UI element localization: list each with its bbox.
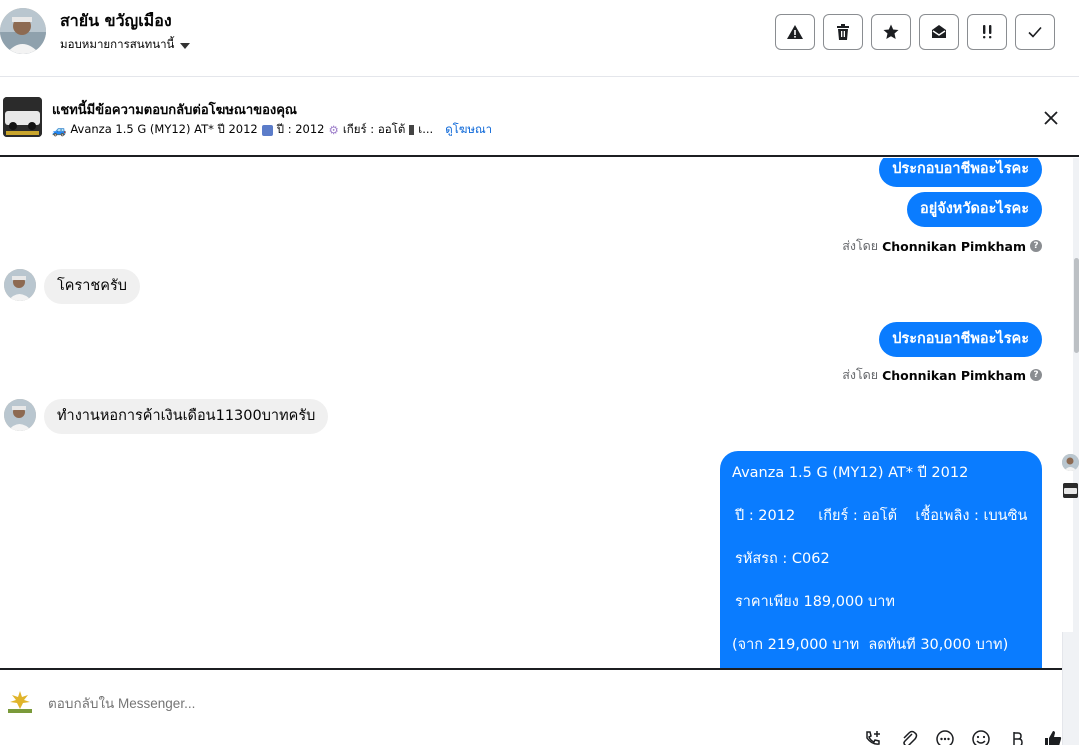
phone-plus-icon (866, 731, 880, 745)
calendar-icon (261, 124, 273, 136)
star-icon (883, 24, 899, 39)
composer-tools (862, 728, 1064, 745)
trash-icon (837, 24, 849, 40)
sent-by-label: ส่งโดย Chonnikan Pimkham ? (842, 236, 1042, 256)
envelope-open-icon (932, 25, 946, 38)
message-thread[interactable]: ประกอบอาชีพอะไรคะ อยู่จังหวัดอะไรคะ ส่งโ… (0, 158, 1062, 668)
paperclip-icon (903, 730, 918, 745)
thumbs-up-icon (1045, 731, 1062, 745)
emoji-button[interactable] (970, 728, 992, 745)
chat-dots-icon (936, 730, 954, 745)
close-icon (1044, 111, 1058, 125)
ad-truncated: เ... (418, 122, 434, 136)
card-line-specs: ปี : 2012 เกียร์ : ออโต้ เชื้อเพลิง : เบ… (735, 508, 1028, 524)
ad-gear: เกียร์ : ออโต้ (342, 122, 406, 136)
ad-year: ปี : 2012 (276, 122, 325, 136)
sent-by-name[interactable]: Chonnikan Pimkham (882, 239, 1026, 254)
read-receipt-avatar (1062, 454, 1079, 471)
contact-avatar-small[interactable] (4, 269, 36, 301)
warning-icon (787, 25, 803, 39)
card-line-price: ราคาเพียง 189,000 บาท (735, 594, 895, 610)
double-exclamation-icon (983, 25, 992, 39)
caret-down-icon (180, 42, 191, 49)
baht-icon (1013, 732, 1023, 745)
call-button[interactable] (862, 728, 884, 745)
incoming-message[interactable]: ทำงานหอการค้าเงินเดือน11300บาทครับ (44, 399, 329, 434)
car-listing-message[interactable]: Avanza 1.5 G (MY12) AT* ปี 2012 ปี : 201… (720, 451, 1042, 668)
page-logo-icon (6, 689, 34, 715)
like-button[interactable] (1042, 728, 1064, 745)
ad-banner-title: แชทนี้มีข้อความตอบกลับต่อโฆษณาของคุณ (52, 103, 297, 118)
conversation-header: สายัน ขวัญเมือง มอบหมายการสนทนานี้ (0, 0, 1079, 77)
report-button[interactable] (775, 14, 815, 50)
car-icon: 🚙 (52, 123, 67, 137)
view-ad-link[interactable]: ดูโฆษณา (445, 121, 492, 139)
check-icon (1028, 26, 1042, 38)
gear-icon: ⚙ (328, 123, 339, 137)
contact-name[interactable]: สายัน ขวัญเมือง (60, 9, 172, 34)
ad-model: Avanza 1.5 G (MY12) AT* ปี 2012 (70, 122, 258, 136)
mark-unread-button[interactable] (919, 14, 959, 50)
outgoing-message[interactable]: ประกอบอาชีพอะไรคะ (879, 158, 1042, 187)
outgoing-message[interactable]: ประกอบอาชีพอะไรคะ (879, 322, 1042, 357)
sent-by-label: ส่งโดย Chonnikan Pimkham ? (842, 365, 1042, 385)
help-icon[interactable]: ? (1030, 369, 1042, 381)
fuel-icon (409, 125, 415, 135)
card-line-discount: (จาก 219,000 บาท ลดทันที 30,000 บาท) (732, 637, 1009, 653)
ad-mini-thumbnail (1063, 483, 1078, 498)
star-button[interactable] (871, 14, 911, 50)
sent-by-prefix: ส่งโดย (842, 238, 879, 253)
contact-avatar[interactable] (0, 8, 46, 54)
attach-button[interactable] (898, 728, 920, 745)
sent-by-prefix: ส่งโดย (842, 367, 879, 382)
contact-avatar-small[interactable] (4, 399, 36, 431)
payment-button[interactable] (1006, 728, 1028, 745)
messenger-conversation-view: สายัน ขวัญเมือง มอบหมายการสนทนานี้ แชทนี… (0, 0, 1079, 745)
reply-input[interactable] (48, 696, 748, 711)
scrollbar-track[interactable] (1073, 158, 1079, 668)
composer-divider (0, 668, 1062, 670)
delete-button[interactable] (823, 14, 863, 50)
scrollbar-thumb[interactable] (1074, 258, 1079, 353)
assign-conversation-dropdown[interactable]: มอบหมายการสนทนานี้ (60, 36, 191, 54)
follow-up-button[interactable] (967, 14, 1007, 50)
help-icon[interactable]: ? (1030, 240, 1042, 252)
side-panel-edge (1062, 632, 1079, 745)
mark-done-button[interactable] (1015, 14, 1055, 50)
sent-by-name[interactable]: Chonnikan Pimkham (882, 368, 1026, 383)
smiley-icon (972, 730, 990, 745)
incoming-message[interactable]: โคราชครับ (44, 269, 140, 304)
assign-conversation-label: มอบหมายการสนทนานี้ (60, 37, 175, 51)
card-line-code: รหัสรถ : C062 (735, 551, 830, 567)
outgoing-message[interactable]: อยู่จังหวัดอะไรคะ (907, 192, 1042, 227)
saved-replies-button[interactable] (934, 728, 956, 745)
header-actions (775, 14, 1055, 50)
close-banner-button[interactable] (1041, 108, 1061, 128)
ad-thumbnail[interactable] (3, 97, 42, 137)
card-line-model: Avanza 1.5 G (MY12) AT* ปี 2012 (732, 465, 969, 481)
ad-banner-details: 🚙 Avanza 1.5 G (MY12) AT* ปี 2012 ปี : 2… (52, 121, 492, 139)
